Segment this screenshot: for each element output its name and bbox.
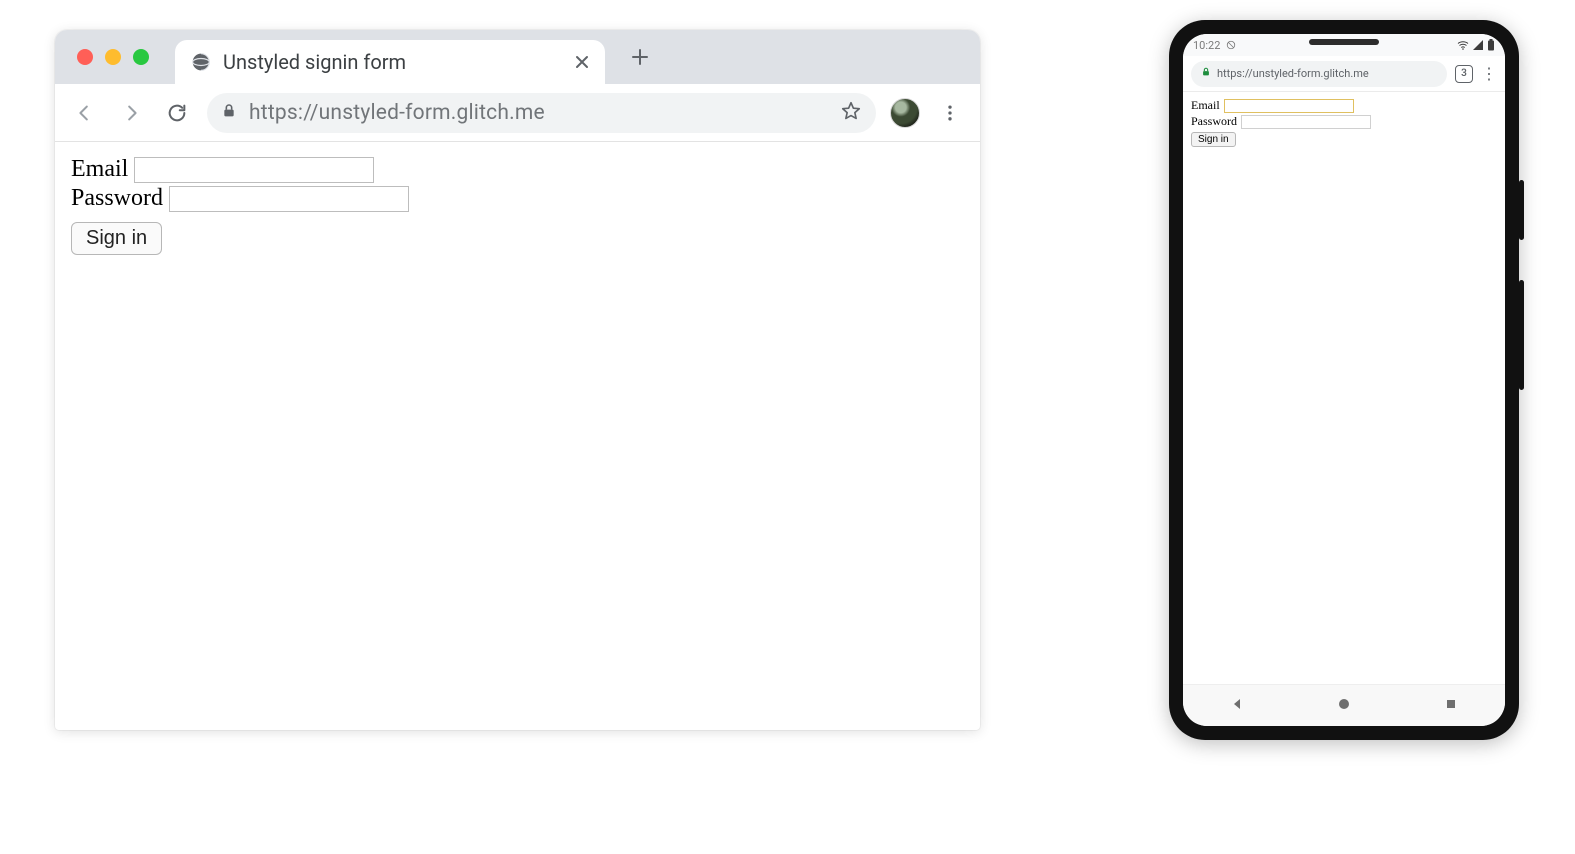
browser-toolbar: https://unstyled-form.glitch.me — [55, 84, 980, 142]
mobile-password-row: Password — [1191, 114, 1497, 129]
nav-home-icon[interactable] — [1337, 696, 1351, 715]
minimize-window-icon[interactable] — [105, 49, 121, 65]
wifi-icon — [1457, 40, 1469, 50]
mobile-menu-button[interactable]: ⋮ — [1481, 66, 1497, 82]
star-icon[interactable] — [840, 100, 862, 126]
tab-strip: Unstyled signin form — [55, 30, 980, 84]
mobile-page-content: Email Password Sign in — [1183, 92, 1505, 684]
mobile-url-text: https://unstyled-form.glitch.me — [1217, 67, 1369, 80]
url-text: https://unstyled-form.glitch.me — [249, 101, 828, 125]
menu-button[interactable] — [934, 97, 966, 129]
password-row: Password — [71, 185, 964, 212]
password-label: Password — [71, 185, 163, 212]
signal-icon — [1473, 40, 1483, 50]
lock-icon — [221, 103, 237, 123]
desktop-browser-window: Unstyled signin form https://unstyled-fo… — [55, 30, 980, 730]
android-nav-bar — [1183, 684, 1505, 726]
phone-device-frame: 10:22 ht — [1169, 20, 1519, 740]
maximize-window-icon[interactable] — [133, 49, 149, 65]
email-input[interactable] — [134, 157, 374, 183]
window-controls — [77, 49, 149, 65]
tab-count: 3 — [1461, 68, 1467, 79]
mobile-password-label: Password — [1191, 114, 1237, 129]
tab-switcher-button[interactable]: 3 — [1455, 65, 1473, 83]
globe-icon — [191, 52, 211, 72]
profile-avatar[interactable] — [890, 98, 920, 128]
mobile-password-input[interactable] — [1241, 115, 1371, 129]
close-window-icon[interactable] — [77, 49, 93, 65]
tab-title: Unstyled signin form — [223, 50, 561, 74]
close-tab-icon[interactable] — [573, 53, 591, 71]
nav-back-icon[interactable] — [1230, 696, 1244, 715]
email-label: Email — [71, 156, 128, 183]
mobile-signin-button[interactable]: Sign in — [1191, 132, 1236, 147]
nav-recent-icon[interactable] — [1444, 696, 1458, 715]
do-not-disturb-icon — [1226, 40, 1236, 50]
phone-volume-button — [1519, 280, 1524, 390]
status-bar: 10:22 — [1183, 34, 1505, 56]
forward-button[interactable] — [115, 97, 147, 129]
mobile-email-input[interactable] — [1224, 99, 1354, 113]
phone-screen: 10:22 ht — [1183, 34, 1505, 726]
reload-button[interactable] — [161, 97, 193, 129]
page-content: Email Password Sign in — [55, 142, 980, 269]
browser-tab[interactable]: Unstyled signin form — [175, 40, 605, 84]
mobile-email-row: Email — [1191, 98, 1497, 113]
lock-icon — [1201, 67, 1211, 80]
battery-icon — [1487, 39, 1495, 51]
mobile-toolbar: https://unstyled-form.glitch.me 3 ⋮ — [1183, 56, 1505, 92]
phone-power-button — [1519, 180, 1524, 240]
email-row: Email — [71, 156, 964, 183]
mobile-address-bar[interactable]: https://unstyled-form.glitch.me — [1191, 61, 1447, 87]
back-button[interactable] — [69, 97, 101, 129]
mobile-email-label: Email — [1191, 98, 1220, 113]
new-tab-button[interactable] — [623, 40, 657, 74]
signin-button[interactable]: Sign in — [71, 222, 162, 255]
address-bar[interactable]: https://unstyled-form.glitch.me — [207, 93, 876, 133]
password-input[interactable] — [169, 186, 409, 212]
status-time: 10:22 — [1193, 39, 1220, 52]
